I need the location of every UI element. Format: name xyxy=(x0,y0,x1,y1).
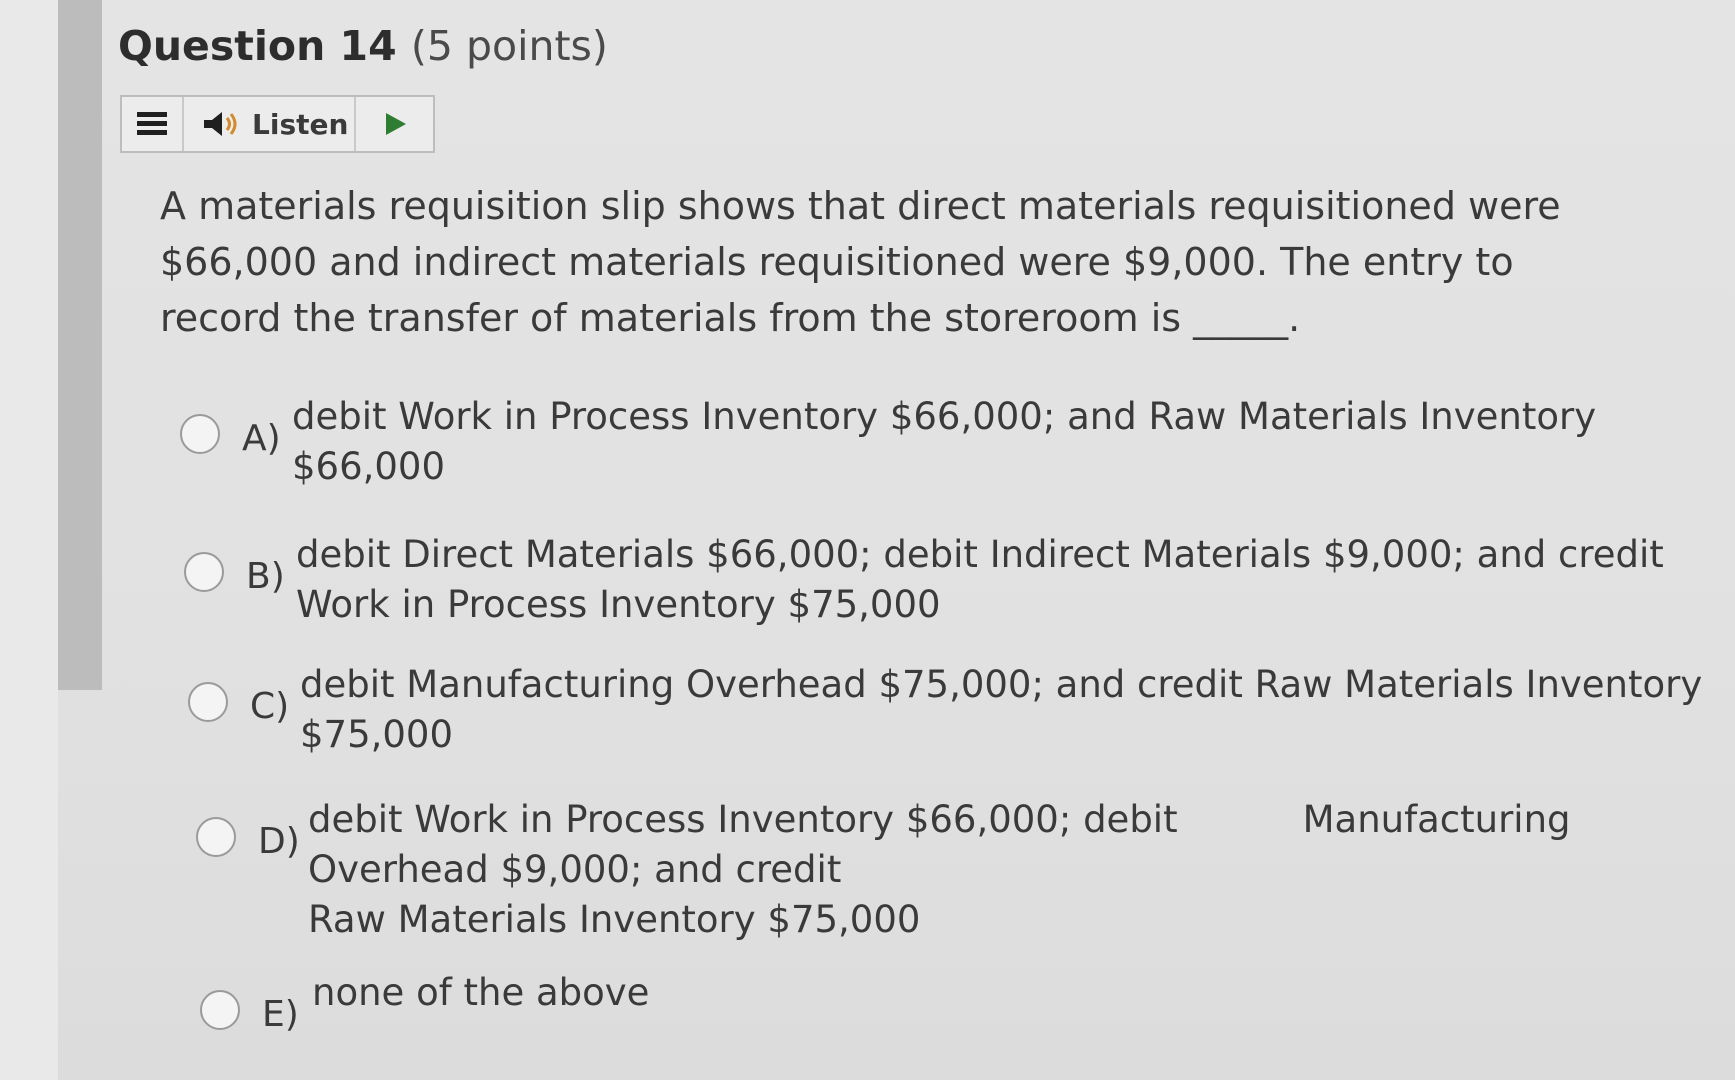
option-c-line-2: $75,000 xyxy=(300,713,454,756)
play-button[interactable] xyxy=(356,97,433,151)
option-d-line-3: Raw Materials Inventory $75,000 xyxy=(308,898,921,941)
option-d-gap xyxy=(1178,795,1303,845)
option-e[interactable]: E) none of the above xyxy=(200,968,649,1035)
menu-button[interactable] xyxy=(122,97,184,151)
listen-toolbar: Listen xyxy=(120,95,435,153)
play-icon xyxy=(385,113,406,135)
option-c-radio[interactable] xyxy=(188,682,228,722)
option-a-radio[interactable] xyxy=(180,414,220,454)
option-e-line-1: none of the above xyxy=(312,971,650,1014)
option-b-line-1: debit Direct Materials $66,000; debit In… xyxy=(296,533,1664,576)
option-d-radio[interactable] xyxy=(196,817,236,857)
listen-label: Listen xyxy=(252,107,349,141)
option-d-text: debit Work in Process Inventory $66,000;… xyxy=(308,795,1571,945)
hamburger-menu-icon xyxy=(137,112,167,135)
option-c-text: debit Manufacturing Overhead $75,000; an… xyxy=(300,660,1702,760)
left-rail xyxy=(0,0,58,1080)
option-b[interactable]: B) debit Direct Materials $66,000; debit… xyxy=(184,530,1664,630)
option-c-line-1: debit Manufacturing Overhead $75,000; an… xyxy=(300,663,1703,706)
option-a[interactable]: A) debit Work in Process Inventory $66,0… xyxy=(180,392,1596,492)
option-a-line-2: $66,000 xyxy=(292,445,446,488)
question-stem: A materials requisition slip shows that … xyxy=(160,184,1561,340)
option-d-line-1-right: Manufacturing xyxy=(1302,798,1571,841)
option-c[interactable]: C) debit Manufacturing Overhead $75,000;… xyxy=(188,660,1702,760)
question-number: Question 14 xyxy=(118,22,397,70)
option-a-letter: A) xyxy=(242,418,281,459)
option-d-line-2: Overhead $9,000; and credit xyxy=(308,848,842,891)
option-b-letter: B) xyxy=(246,556,285,597)
option-d-line-1: debit Work in Process Inventory $66,000;… xyxy=(308,795,1571,845)
option-b-radio[interactable] xyxy=(184,552,224,592)
option-e-text: none of the above xyxy=(312,968,649,1018)
option-e-radio[interactable] xyxy=(200,990,240,1030)
question-points: (5 points) xyxy=(410,22,608,70)
option-c-letter: C) xyxy=(250,686,290,727)
question-accent-bar xyxy=(58,0,102,690)
speaker-icon xyxy=(204,112,237,136)
option-b-text: debit Direct Materials $66,000; debit In… xyxy=(296,530,1664,630)
option-d[interactable]: D) debit Work in Process Inventory $66,0… xyxy=(196,795,1571,945)
option-d-line-1-left: debit Work in Process Inventory $66,000;… xyxy=(308,798,1178,841)
quiz-page: Question 14 (5 points) Listen A material… xyxy=(0,0,1735,1080)
option-a-line-1: debit Work in Process Inventory $66,000;… xyxy=(292,395,1597,438)
option-a-text: debit Work in Process Inventory $66,000;… xyxy=(292,392,1596,492)
option-d-letter: D) xyxy=(258,821,300,862)
listen-button[interactable]: Listen xyxy=(184,97,356,151)
option-e-letter: E) xyxy=(262,994,299,1035)
option-b-line-2: Work in Process Inventory $75,000 xyxy=(296,583,941,626)
question-title: Question 14 (5 points) xyxy=(118,22,608,70)
